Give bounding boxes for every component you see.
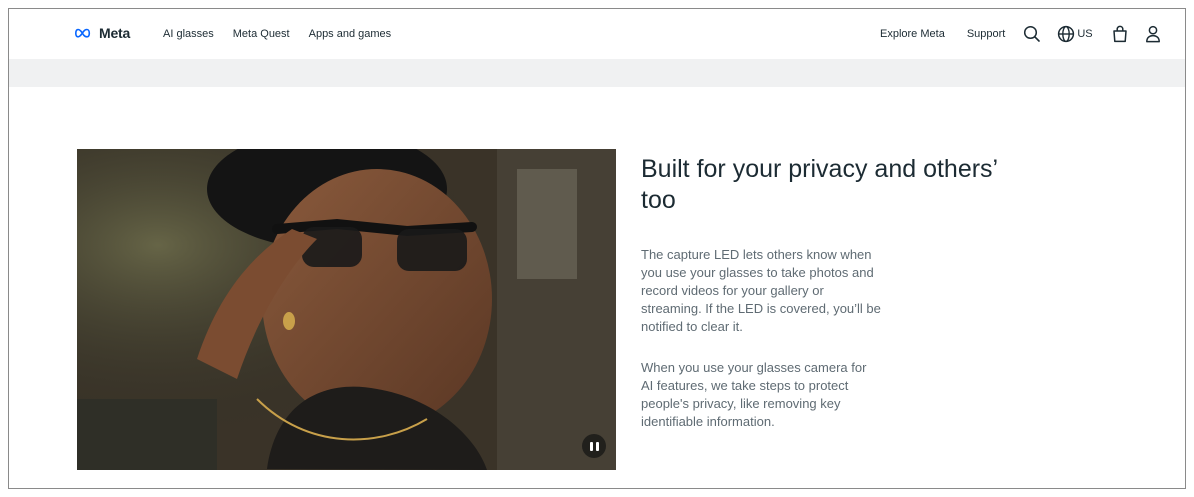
section-title: Built for your privacy and others’ too	[641, 155, 998, 214]
nav-link-support[interactable]: Support	[967, 28, 1006, 40]
primary-nav: AI glasses Meta Quest Apps and games	[163, 9, 391, 59]
nav-link-ai-glasses[interactable]: AI glasses	[163, 28, 214, 40]
section-paragraph-led: The capture LED lets others know when yo…	[641, 247, 881, 334]
brand-name: Meta	[99, 25, 131, 41]
locale-selector[interactable]: US	[1057, 25, 1093, 43]
video-frame-illustration	[77, 149, 616, 470]
shopping-bag-icon[interactable]	[1112, 25, 1128, 43]
search-icon[interactable]	[1023, 25, 1041, 43]
meta-infinity-icon	[75, 28, 91, 38]
meta-logo[interactable]: Meta	[75, 25, 130, 41]
secondary-nav-bar	[9, 59, 1185, 87]
nav-link-explore-meta[interactable]: Explore Meta	[880, 28, 945, 40]
nav-link-meta-quest[interactable]: Meta Quest	[233, 28, 290, 40]
locale-label: US	[1077, 28, 1093, 40]
utility-nav: Explore Meta Support US	[880, 9, 1161, 59]
pause-icon	[589, 441, 599, 451]
feature-video[interactable]	[77, 149, 616, 470]
user-icon[interactable]	[1145, 25, 1161, 43]
section-paragraph-ai-privacy: When you use your glasses camera for AI …	[641, 360, 867, 429]
globe-icon	[1058, 25, 1075, 43]
nav-link-apps-and-games[interactable]: Apps and games	[309, 28, 392, 40]
pause-button[interactable]	[582, 434, 606, 458]
top-navigation: Meta AI glasses Meta Quest Apps and game…	[9, 9, 1185, 59]
